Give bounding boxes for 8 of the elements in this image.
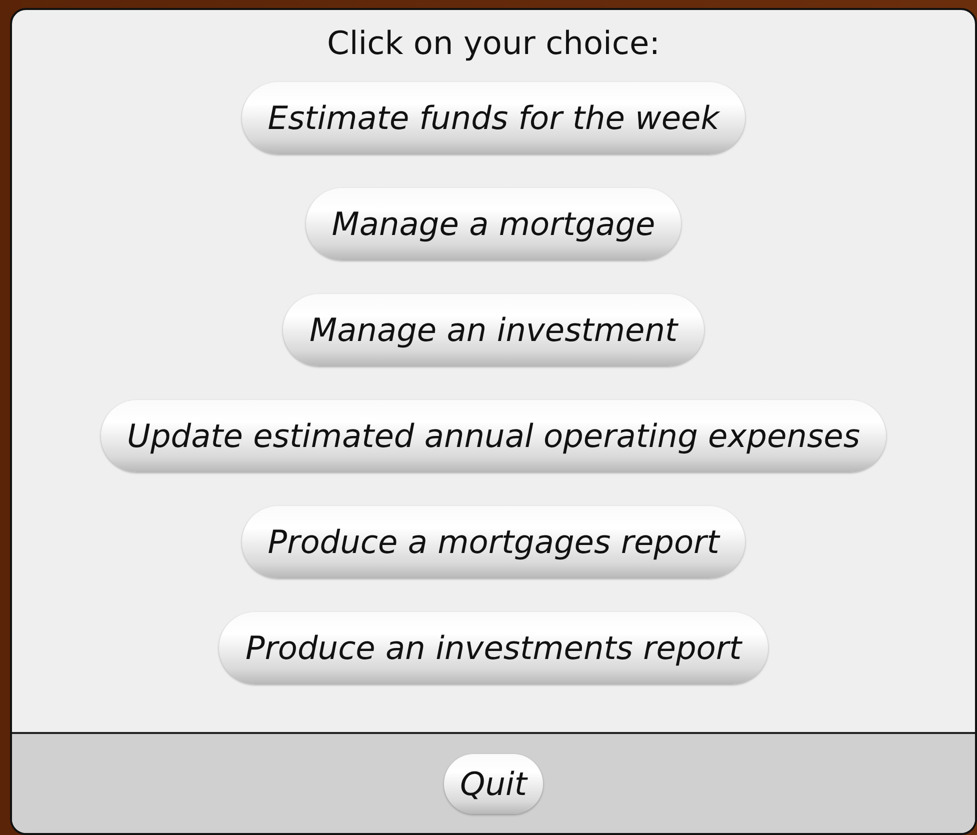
quit-button[interactable]: Quit xyxy=(444,754,543,814)
prompt-text: Click on your choice: xyxy=(327,24,660,62)
menu-option-button[interactable]: Produce a mortgages report xyxy=(242,506,746,578)
menu-option-button[interactable]: Estimate funds for the week xyxy=(242,82,746,154)
menu-option-button[interactable]: Update estimated annual operating expenses xyxy=(101,400,886,472)
menu-option-button[interactable]: Produce an investments report xyxy=(219,612,768,684)
menu-option-button[interactable]: Manage a mortgage xyxy=(306,188,682,260)
menu-option-button[interactable]: Manage an investment xyxy=(283,294,704,366)
